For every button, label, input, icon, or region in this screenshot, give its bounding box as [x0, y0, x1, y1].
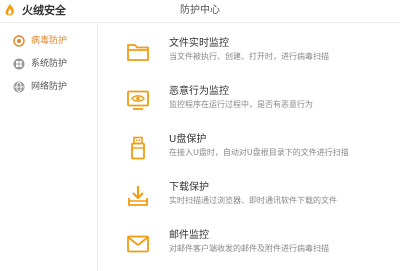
item-description: 实时扫描通过浏览器、即时通讯软件下载的文件	[169, 196, 337, 205]
malicious-behavior-monitor-item[interactable]: 恶意行为监控 监控程序在运行过程中，是否有恶意行为	[98, 80, 400, 126]
sidebar-item-label: 网络防护	[31, 82, 68, 92]
file-realtime-monitor-item[interactable]: 文件实时监控 当文件被执行、创建、打开时，进行病毒扫描	[98, 32, 400, 78]
item-description: 当文件被执行、创建、打开时，进行病毒扫描	[169, 52, 329, 61]
sidebar: 病毒防护 系统防护 网络防护	[0, 23, 98, 271]
item-title: U盘保护	[169, 134, 207, 145]
usb-protection-item[interactable]: U盘保护 在接入U盘时，自动对U盘根目录下的文件进行扫描	[98, 128, 400, 174]
sidebar-item-label: 病毒防护	[31, 36, 68, 46]
item-title: 下载保护	[169, 182, 209, 193]
item-description: 对邮件客户端收发的邮件及附件进行病毒扫描	[169, 244, 329, 253]
item-description: 监控程序在运行过程中，是否有恶意行为	[169, 100, 313, 109]
item-title: 文件实时监控	[169, 38, 229, 49]
sidebar-item-label: 系统防护	[31, 59, 68, 69]
item-title: 恶意行为监控	[169, 86, 229, 97]
monitor-eye-icon	[127, 90, 149, 110]
page-title: 防护中心	[180, 5, 220, 16]
mail-icon	[127, 235, 149, 253]
item-title: 邮件监控	[169, 230, 209, 241]
sidebar-item-virus-protection[interactable]: 病毒防护	[0, 30, 97, 52]
sidebar-item-system-protection[interactable]: 系统防护	[0, 53, 97, 75]
title-bar: 火绒安全 防护中心	[0, 0, 400, 23]
globe-icon	[13, 81, 25, 93]
windows-icon	[13, 58, 25, 70]
usb-drive-icon	[131, 136, 145, 160]
folder-icon	[127, 44, 149, 61]
download-icon	[128, 186, 148, 206]
download-protection-item[interactable]: 下载保护 实时扫描通过浏览器、即时通讯软件下载的文件	[98, 176, 400, 222]
item-description: 在接入U盘时，自动对U盘根目录下的文件进行扫描	[169, 148, 349, 157]
mail-monitor-item[interactable]: 邮件监控 对邮件客户端收发的邮件及附件进行病毒扫描	[98, 224, 400, 270]
shield-target-icon	[13, 35, 25, 47]
sidebar-item-network-protection[interactable]: 网络防护	[0, 76, 97, 98]
